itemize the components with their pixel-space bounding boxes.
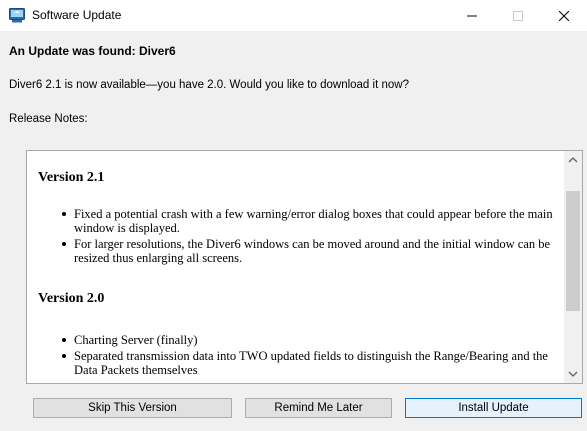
remind-later-button[interactable]: Remind Me Later (245, 398, 392, 418)
version-notes-list: Fixed a potential crash with a few warni… (62, 207, 557, 267)
version-heading: Version 2.1 (38, 170, 105, 185)
skip-version-button[interactable]: Skip This Version (33, 398, 232, 418)
release-notes-panel[interactable]: Version 2.1 Fixed a potential crash with… (26, 150, 583, 384)
minimize-button[interactable] (449, 0, 495, 31)
close-button[interactable] (541, 0, 587, 31)
chevron-down-icon (568, 371, 578, 377)
list-item: Separated transmission data into TWO upd… (62, 349, 557, 377)
scroll-thumb[interactable] (566, 191, 580, 311)
maximize-icon (513, 10, 523, 21)
scroll-up-button[interactable] (564, 151, 582, 169)
install-update-button[interactable]: Install Update (405, 398, 582, 418)
focus-ring (408, 401, 579, 415)
maximize-button[interactable] (495, 0, 541, 31)
close-icon (559, 10, 569, 21)
version-notes-list: Charting Server (finally) Separated tran… (62, 333, 557, 379)
release-notes-content: Version 2.1 Fixed a potential crash with… (27, 151, 563, 383)
update-message: Diver6 2.1 is now available—you have 2.0… (9, 79, 409, 91)
list-item: For larger resolutions, the Diver6 windo… (62, 237, 557, 265)
scroll-down-button[interactable] (564, 365, 582, 383)
vertical-scrollbar[interactable] (564, 151, 582, 383)
title-bar[interactable]: Software Update (0, 0, 587, 31)
list-item: Fixed a potential crash with a few warni… (62, 207, 557, 235)
window-title: Software Update (32, 8, 122, 22)
list-item: Charting Server (finally) (62, 333, 557, 347)
chevron-up-icon (568, 157, 578, 163)
release-notes-label: Release Notes: (9, 113, 88, 125)
minimize-icon (467, 15, 477, 16)
version-heading: Version 2.0 (38, 291, 105, 306)
software-update-icon (9, 8, 25, 23)
update-heading: An Update was found: Diver6 (9, 44, 176, 58)
